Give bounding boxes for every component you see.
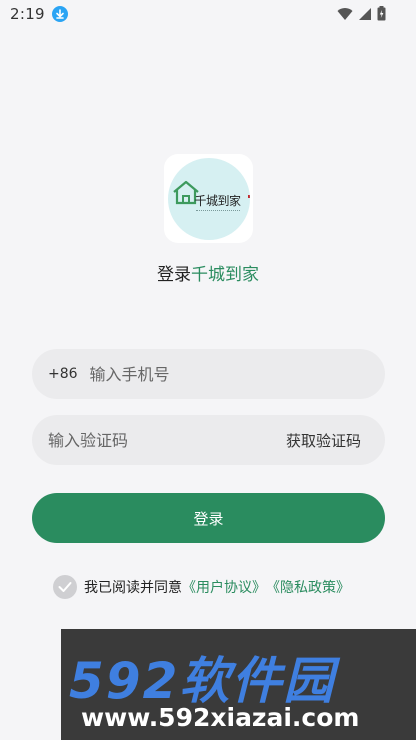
- privacy-policy-link[interactable]: 《隐私政策》: [266, 577, 350, 597]
- watermark-url: www.592xiazai.com: [81, 703, 360, 732]
- title-brand: 千城到家: [191, 265, 259, 285]
- download-icon: [51, 6, 68, 22]
- country-code: +86: [48, 366, 78, 382]
- battery-icon: [377, 6, 386, 21]
- agree-text: 我已阅读并同意: [84, 580, 182, 596]
- signal-icon: [359, 7, 371, 20]
- agree-checkbox[interactable]: [53, 575, 77, 599]
- status-time: 2:19: [10, 5, 45, 23]
- title-prefix: 登录: [157, 265, 191, 285]
- watermark: 592软件园 www.592xiazai.com: [61, 629, 416, 740]
- logo-subline: [195, 209, 240, 212]
- agreement-row: 我已阅读并同意 《用户协议》 《隐私政策》: [53, 575, 350, 599]
- login-button[interactable]: 登录: [32, 493, 385, 543]
- code-input[interactable]: [48, 430, 286, 450]
- phone-field: +86: [32, 349, 385, 399]
- logo-seal: [247, 194, 250, 198]
- user-agreement-link[interactable]: 《用户协议》: [182, 577, 266, 597]
- wifi-icon: [337, 7, 353, 20]
- page-title: 登录千城到家: [0, 260, 416, 285]
- status-icons: [337, 6, 386, 21]
- status-bar: 2:19: [0, 0, 416, 28]
- logo-circle: 千城到家: [167, 157, 250, 240]
- app-logo: 千城到家: [164, 154, 253, 243]
- check-icon: [58, 582, 72, 592]
- code-field: 获取验证码: [32, 415, 385, 465]
- logo-text: 千城到家: [194, 193, 242, 208]
- phone-input[interactable]: [89, 364, 385, 384]
- get-code-button[interactable]: 获取验证码: [286, 430, 361, 451]
